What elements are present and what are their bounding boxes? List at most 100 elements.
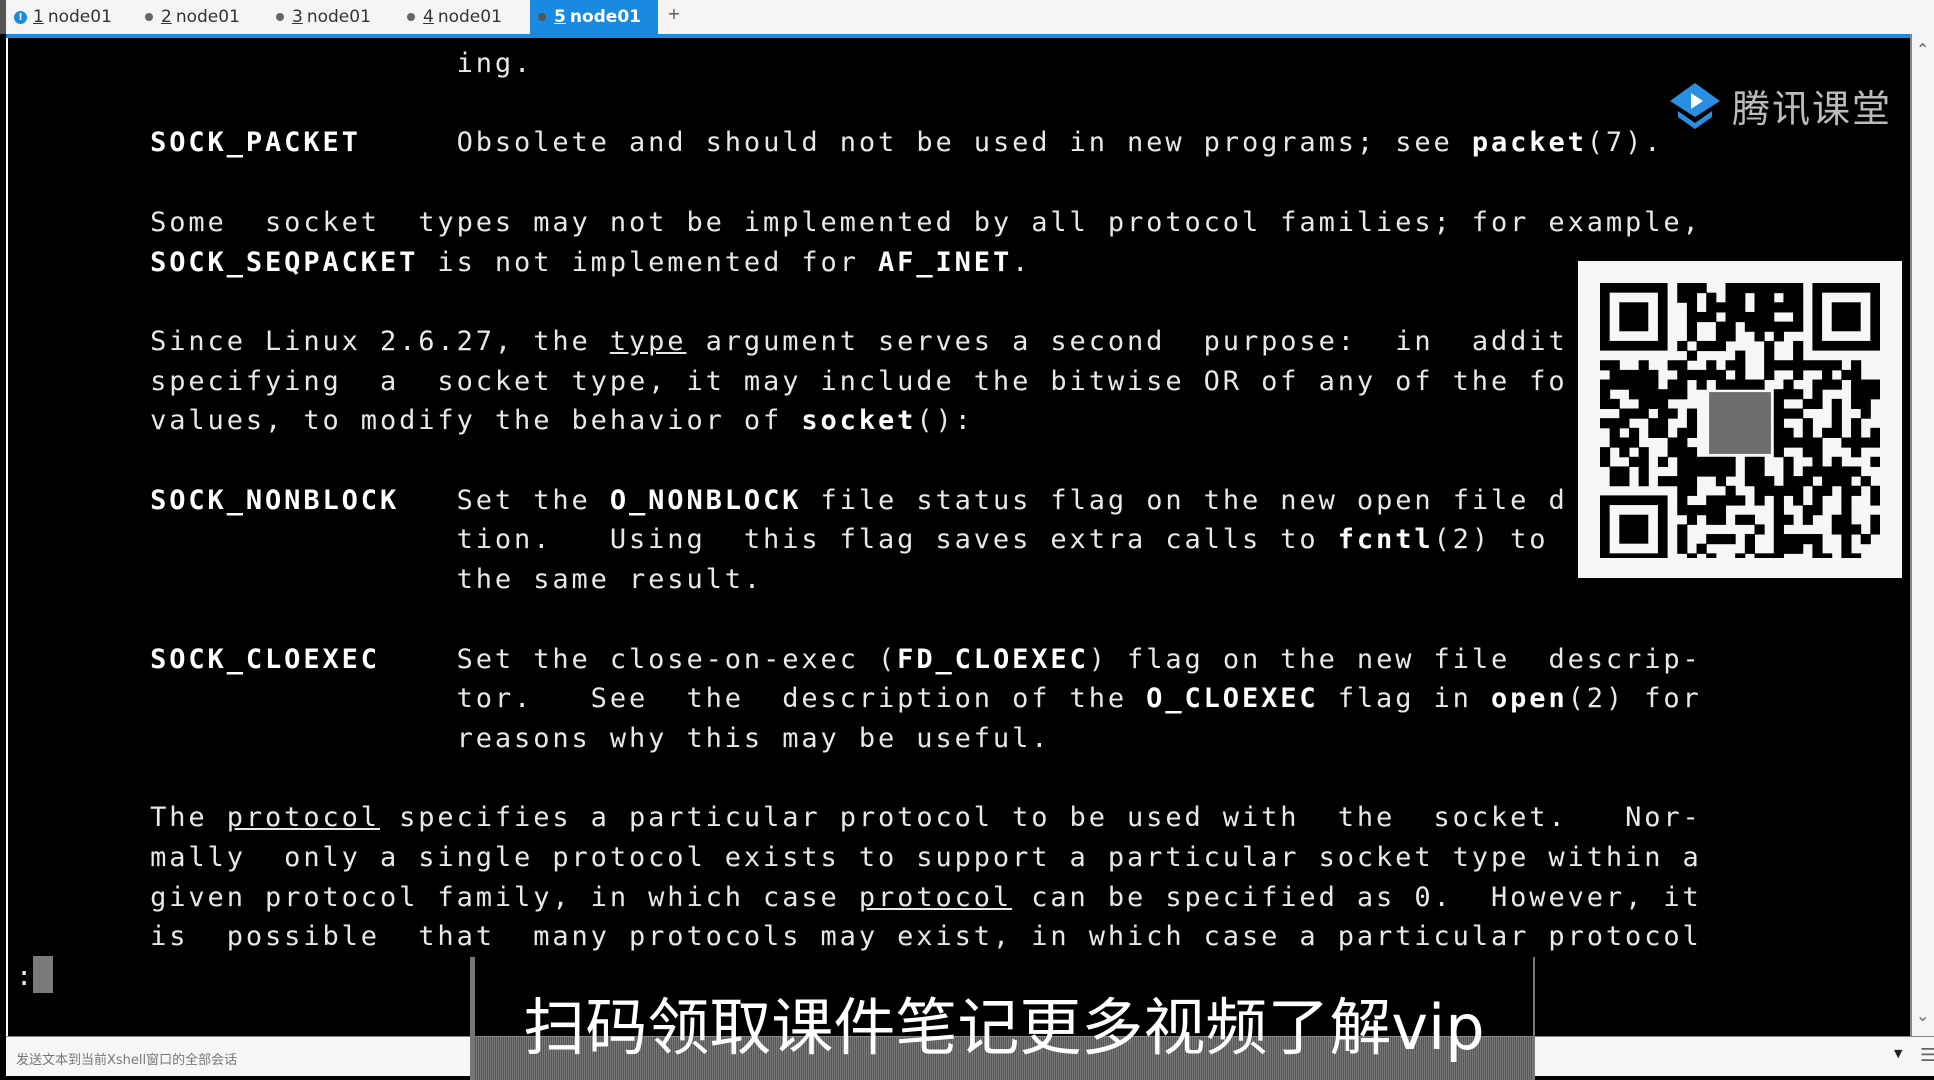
qr-module: [1754, 476, 1765, 487]
qr-module: [1706, 369, 1717, 381]
qr-module: [1706, 553, 1717, 558]
qr-module: [1715, 514, 1727, 525]
qr-module: [1860, 389, 1871, 400]
qr-module: [1677, 437, 1688, 448]
qr-module: [1744, 321, 1755, 332]
qr-module: [1706, 456, 1717, 467]
terminal-line: SOCK_CLOEXEC Set the close-on-exec (FD_C…: [16, 640, 1702, 680]
caret-down-icon[interactable]: ▼: [1894, 1047, 1902, 1060]
text: flag in: [1318, 683, 1491, 715]
qr-module: [1735, 514, 1746, 525]
tab-3[interactable]: 3 node01: [268, 0, 396, 34]
qr-module: [1773, 485, 1784, 496]
tab-5[interactable]: 5 node01: [530, 0, 658, 34]
qr-module: [1793, 350, 1804, 361]
qr-module: [1831, 379, 1842, 390]
qr-module: [1677, 456, 1688, 467]
tab-number: 3: [292, 7, 303, 27]
text: :: [16, 961, 36, 993]
qr-module: [1657, 476, 1669, 487]
qr-module: [1667, 360, 1678, 371]
qr-module: [1773, 495, 1784, 506]
chevron-down-icon[interactable]: ⌄: [1916, 1006, 1929, 1025]
qr-module: [1677, 283, 1688, 294]
terminal-cursor: [33, 956, 53, 993]
qr-module: [1793, 534, 1804, 545]
qr-module: [1628, 389, 1640, 400]
qr-module: [1793, 476, 1804, 487]
text: [16, 644, 150, 675]
qr-module: [1773, 398, 1784, 410]
qr-module: [1841, 437, 1852, 448]
qr-module: [1686, 447, 1698, 458]
qr-module: [1619, 302, 1649, 332]
qr-module: [1851, 379, 1862, 390]
qr-module: [1783, 379, 1794, 390]
qr-module: [1764, 321, 1775, 332]
tab-4[interactable]: 4 node01: [399, 0, 527, 34]
qr-module: [1657, 427, 1669, 438]
tab-number: 2: [161, 7, 172, 27]
alert-icon: !: [14, 10, 27, 24]
qr-module: [1793, 485, 1804, 496]
tab-2[interactable]: 2 node01: [137, 0, 265, 34]
qr-module: [1793, 437, 1804, 448]
qr-module: [1735, 369, 1746, 381]
text: [16, 485, 150, 516]
qr-module: [1628, 427, 1640, 438]
qr-module: [1686, 553, 1698, 558]
qr-module: [1860, 437, 1871, 448]
qr-module: [1667, 408, 1678, 419]
text: Since Linux 2.6.27, the: [16, 325, 610, 357]
video-caption: 扫码领取课件笔记更多视频了解vip: [470, 957, 1535, 1080]
text: values, to modify the behavior of: [16, 405, 802, 437]
qr-module: [1802, 505, 1813, 516]
qr-module: [1706, 302, 1717, 313]
qr-module: [1619, 408, 1630, 419]
qr-module: [1793, 369, 1804, 381]
qr-module: [1619, 476, 1630, 487]
qr-module: [1773, 505, 1784, 516]
chevron-up-icon[interactable]: ⌃: [1916, 40, 1929, 59]
qr-module: [1764, 350, 1775, 361]
menu-icon[interactable]: ☰: [1920, 1045, 1934, 1066]
qr-module: [1744, 476, 1755, 487]
qr-module: [1802, 437, 1813, 448]
qr-module: [1870, 524, 1880, 535]
terminal-line: mally only a single protocol exists to s…: [16, 838, 1702, 878]
qr-module: [1783, 389, 1794, 400]
qr-module: [1841, 543, 1852, 554]
bold-text: FD_CLOEXEC: [897, 643, 1089, 675]
add-tab-button[interactable]: +: [664, 4, 684, 28]
qr-module: [1677, 427, 1688, 438]
text: mally only a single protocol exists to s…: [16, 842, 1702, 873]
qr-module: [1677, 340, 1688, 352]
vertical-scrollbar[interactable]: ⌃ ⌄: [1910, 34, 1934, 1036]
qr-module: [1831, 360, 1842, 371]
terminal-line: specifying a socket type, it may include…: [16, 362, 1568, 402]
qr-module: [1773, 447, 1784, 458]
qr-module: [1754, 485, 1765, 496]
qr-module: [1783, 466, 1794, 477]
qr-module: [1754, 311, 1765, 323]
text: ) flag on the new file descrip-: [1088, 643, 1702, 675]
qr-module: [1735, 379, 1746, 390]
qr-module: [1851, 427, 1862, 438]
qr-module: [1773, 524, 1784, 535]
text: [16, 247, 150, 278]
text: given protocol family, in which case: [16, 881, 859, 913]
qr-module: [1802, 514, 1813, 525]
qr-module: [1667, 379, 1678, 390]
qr-module: [1619, 437, 1630, 448]
tab-1[interactable]: ! 1 node01: [6, 0, 134, 34]
qr-module: [1686, 418, 1698, 429]
qr-module: [1638, 466, 1649, 477]
qr-module: [1600, 379, 1611, 390]
qr-module: [1638, 476, 1649, 487]
qr-module: [1783, 321, 1794, 332]
text: (2) for: [1567, 683, 1702, 715]
qr-module: [1812, 505, 1823, 516]
qr-module: [1831, 418, 1842, 429]
qr-module: [1802, 360, 1813, 371]
qr-module: [1686, 456, 1698, 467]
